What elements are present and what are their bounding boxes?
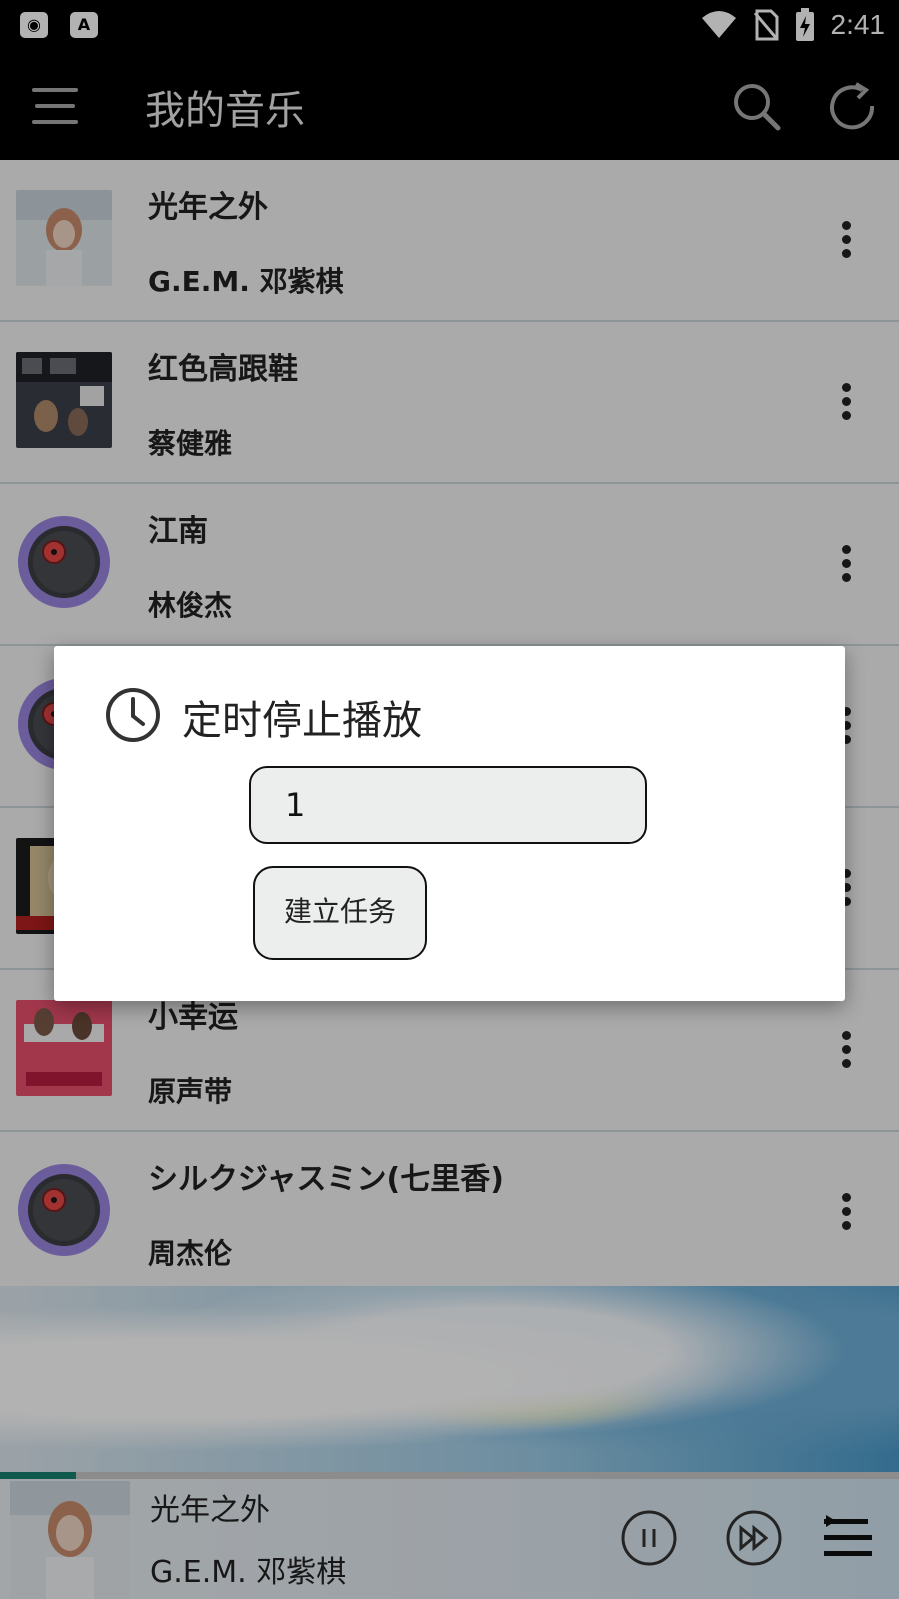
dialog-title: 定时停止播放 <box>182 698 422 744</box>
create-task-button[interactable]: 建立任务 <box>253 866 427 960</box>
minutes-input[interactable] <box>249 766 647 844</box>
clock-icon <box>106 688 160 742</box>
sleep-timer-dialog: 定时停止播放 建立任务 <box>54 646 845 1001</box>
